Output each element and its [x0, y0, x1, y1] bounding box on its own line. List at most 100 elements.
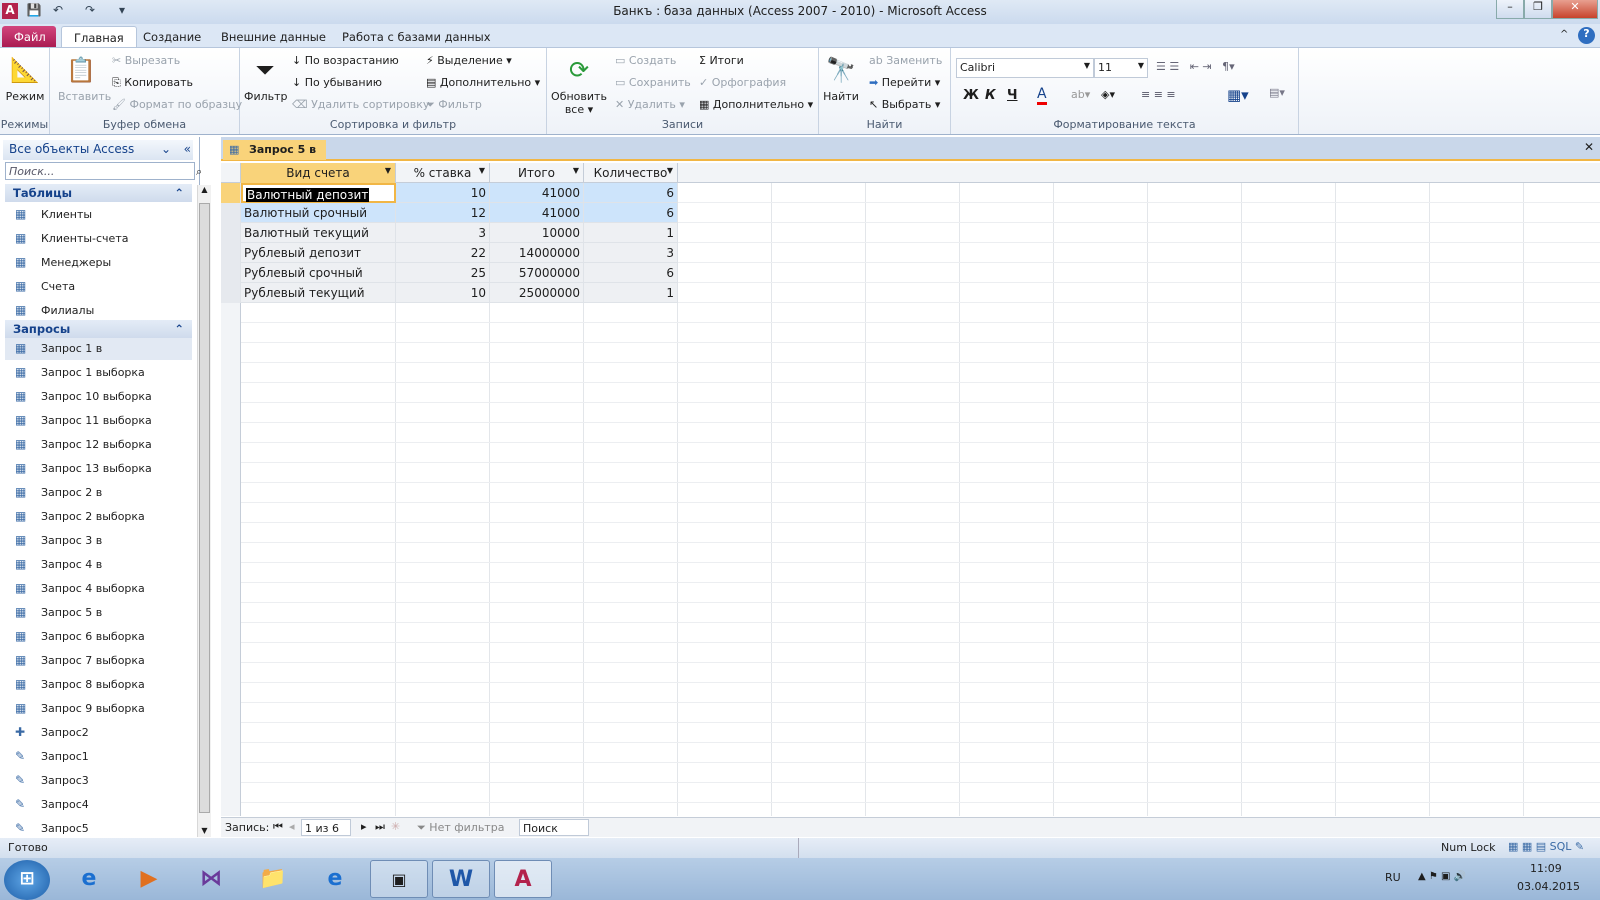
language-indicator[interactable]: RU [1385, 871, 1401, 884]
font-color-button[interactable]: A [1037, 86, 1047, 105]
scroll-up-icon[interactable]: ▲ [198, 185, 211, 194]
table-cell[interactable]: Валютный текущий [241, 223, 396, 243]
table-cell[interactable]: 6 [584, 203, 678, 223]
last-record-icon[interactable]: ⏭ [375, 820, 385, 834]
selection-button[interactable]: ⚡ Выделение ▾ [426, 54, 512, 67]
table-cell[interactable]: 6 [584, 183, 678, 203]
save-record-button[interactable]: ▭ Сохранить [615, 76, 691, 89]
row-selector[interactable] [221, 243, 241, 263]
app-window-taskbar-icon[interactable]: ▣ [370, 860, 428, 898]
table-row[interactable]: Рублевый текущий 10 25000000 1 [221, 283, 678, 303]
column-header-account-type[interactable]: Вид счета ▼ [241, 163, 396, 183]
copy-button[interactable]: ⎘ Копировать [112, 76, 193, 90]
refresh-all-button[interactable]: ⟳ Обновить все ▾ [551, 54, 607, 116]
visual-studio-taskbar-icon[interactable]: ⋈ [182, 860, 240, 898]
view-button[interactable]: 📐 Режим [4, 54, 46, 103]
search-icon[interactable]: ⌕ [196, 165, 202, 179]
table-cell[interactable]: 57000000 [490, 263, 584, 283]
dropdown-icon[interactable]: ▼ [385, 166, 391, 175]
nav-query-item[interactable]: ▦ Запрос 2 в [5, 482, 192, 504]
toggle-filter-button[interactable]: ⏷ Фильтр [426, 98, 482, 112]
tab-home[interactable]: Главная [61, 26, 137, 48]
table-cell[interactable]: Рублевый текущий [241, 283, 396, 303]
nav-table-item[interactable]: ▦ Счета [5, 276, 192, 298]
advanced-filter-button[interactable]: ▤ Дополнительно ▾ [426, 76, 540, 89]
nav-query-item[interactable]: ✎ Запрос4 [5, 794, 192, 816]
ie-document-taskbar-icon[interactable]: e [306, 860, 364, 898]
nav-scrollbar[interactable]: ▲ ▼ [197, 185, 211, 837]
nav-query-item[interactable]: ▦ Запрос 4 в [5, 554, 192, 576]
table-cell[interactable]: 12 [396, 203, 490, 223]
table-cell[interactable]: 10 [396, 183, 490, 203]
nav-query-item[interactable]: ▦ Запрос 1 выборка [5, 362, 192, 384]
dropdown-icon[interactable]: ▼ [479, 166, 485, 175]
first-record-icon[interactable]: ⏮ [273, 820, 283, 834]
table-cell[interactable]: 1 [584, 283, 678, 303]
nav-table-item[interactable]: ▦ Менеджеры [5, 252, 192, 274]
sort-ascending-button[interactable]: ↓ По возрастанию [292, 54, 399, 67]
section-tables[interactable]: Таблицы ⌃ [5, 184, 192, 202]
row-selector[interactable] [221, 223, 241, 243]
nav-query-item[interactable]: ▦ Запрос 6 выборка [5, 626, 192, 648]
record-search-input[interactable]: Поиск [519, 819, 589, 836]
nav-menu-icon[interactable]: ⌄ [161, 142, 171, 156]
paste-button[interactable]: 📋 Вставить [58, 54, 111, 103]
highlight-button[interactable]: ab▾ [1071, 88, 1090, 101]
close-button[interactable]: ✕ [1552, 0, 1598, 19]
nav-query-item[interactable]: ▦ Запрос 12 выборка [5, 434, 192, 456]
font-size-select[interactable]: 11 ▼ [1094, 58, 1148, 78]
nav-query-item[interactable]: ▦ Запрос 2 выборка [5, 506, 192, 528]
table-cell[interactable]: Рублевый депозит [241, 243, 396, 263]
select-all-cell[interactable] [221, 163, 241, 183]
current-record-input[interactable]: 1 из 6 [301, 819, 351, 836]
find-button[interactable]: 🔭 Найти [823, 54, 859, 103]
fill-color-button[interactable]: ◈▾ [1101, 88, 1115, 101]
gridlines-button[interactable]: ▦▾ [1227, 86, 1249, 104]
nav-search-input[interactable]: Поиск... [5, 162, 195, 180]
nav-query-item[interactable]: ▦ Запрос 8 выборка [5, 674, 192, 696]
underline-button[interactable]: Ч [1007, 88, 1018, 103]
column-header-rate[interactable]: % ставка ▼ [396, 163, 490, 183]
nav-table-item[interactable]: ▦ Клиенты-счета [5, 228, 192, 250]
font-name-select[interactable]: Calibri ▼ [956, 58, 1094, 78]
table-cell[interactable]: 14000000 [490, 243, 584, 263]
filter-button[interactable]: ⏷ Фильтр [244, 54, 288, 103]
table-cell[interactable]: 41000 [490, 203, 584, 223]
table-row[interactable]: Рублевый срочный 25 57000000 6 [221, 263, 678, 283]
clock-date[interactable]: 03.04.2015 [1517, 880, 1580, 893]
start-button[interactable]: ⊞ [4, 860, 50, 900]
delete-record-button[interactable]: ✕ Удалить ▾ [615, 98, 685, 111]
help-icon[interactable]: ? [1578, 27, 1595, 44]
tray-icons[interactable]: ▲ ⚑ ▣ 🔊 [1418, 871, 1466, 882]
table-row[interactable]: Валютный депозит 10 41000 6 [221, 183, 678, 203]
filter-status-button[interactable]: ⏷ Нет фильтра [417, 821, 504, 835]
goto-button[interactable]: ➡ Перейти ▾ [869, 76, 940, 89]
table-cell[interactable]: 22 [396, 243, 490, 263]
bold-button[interactable]: Ж [963, 88, 979, 103]
table-cell[interactable]: 3 [584, 243, 678, 263]
replace-button[interactable]: ab Заменить [869, 54, 942, 67]
tab-file[interactable]: Файл [2, 26, 56, 48]
nav-query-item[interactable]: ✎ Запрос1 [5, 746, 192, 768]
section-queries[interactable]: Запросы ⌃ [5, 320, 192, 338]
nav-query-item[interactable]: ▦ Запрос 11 выборка [5, 410, 192, 432]
nav-query-item[interactable]: ▦ Запрос 7 выборка [5, 650, 192, 672]
tab-database-tools[interactable]: Работа с базами данных [330, 26, 503, 48]
table-cell[interactable]: 6 [584, 263, 678, 283]
table-row[interactable]: Рублевый депозит 22 14000000 3 [221, 243, 678, 263]
row-selector[interactable] [221, 263, 241, 283]
nav-query-item[interactable]: ✚ Запрос2 [5, 722, 192, 744]
table-cell[interactable]: 10 [396, 283, 490, 303]
scroll-thumb[interactable] [199, 203, 210, 813]
column-header-count[interactable]: Количество ▼ [584, 163, 678, 183]
spelling-button[interactable]: ✓ Орфография [699, 76, 786, 89]
nav-query-item[interactable]: ▦ Запрос 1 в [5, 338, 192, 360]
row-selector[interactable] [221, 183, 241, 203]
nav-query-item[interactable]: ▦ Запрос 3 в [5, 530, 192, 552]
nav-query-item[interactable]: ▦ Запрос 5 в [5, 602, 192, 624]
prev-record-icon[interactable]: ◂ [289, 820, 295, 833]
nav-query-item[interactable]: ▦ Запрос 13 выборка [5, 458, 192, 480]
minimize-button[interactable]: – [1496, 0, 1524, 19]
tab-query-5[interactable]: ▦ Запрос 5 в [223, 140, 327, 160]
nav-query-item[interactable]: ✎ Запрос3 [5, 770, 192, 792]
